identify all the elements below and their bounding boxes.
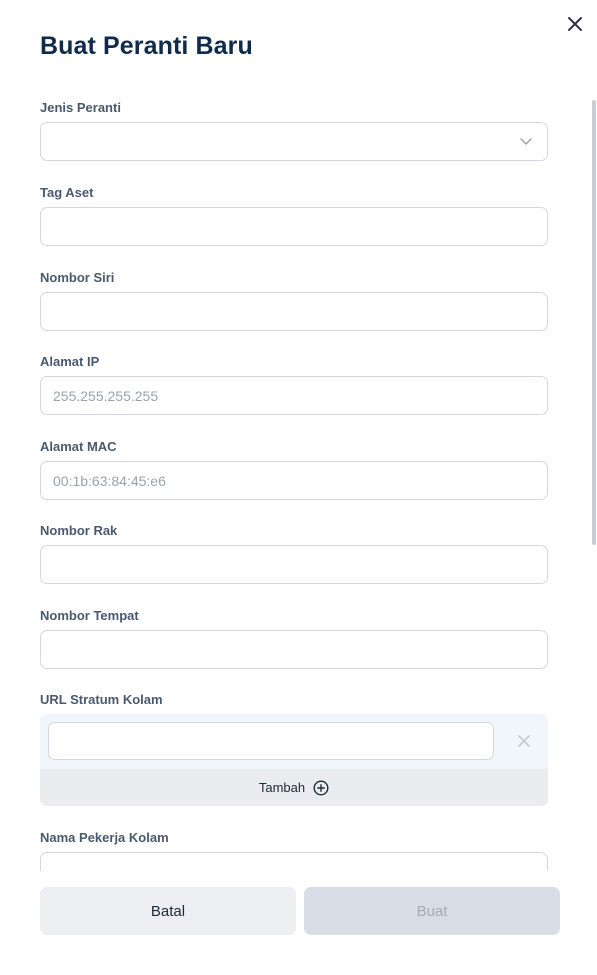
field-device-type: Jenis Peranti <box>40 100 548 161</box>
field-pool-worker-name: Nama Pekerja Kolam <box>40 830 548 871</box>
pool-worker-name-input[interactable] <box>40 852 548 871</box>
field-mac-address: Alamat MAC <box>40 439 548 500</box>
list-item <box>40 714 548 769</box>
asset-tag-label: Tag Aset <box>40 185 94 200</box>
pool-worker-name-label: Nama Pekerja Kolam <box>40 830 169 845</box>
field-pool-stratum-url: URL Stratum Kolam <box>40 692 548 708</box>
pool-stratum-url-list: Tambah <box>40 714 548 806</box>
dialog-title: Buat Peranti Baru <box>40 32 253 60</box>
field-rack-number: Nombor Rak <box>40 523 548 584</box>
serial-number-label: Nombor Siri <box>40 270 115 285</box>
form-scroll-area[interactable]: Jenis Peranti Tag Aset Nombor Siri Alama… <box>0 90 597 871</box>
chevron-down-icon <box>520 138 532 145</box>
pool-stratum-url-input[interactable] <box>48 722 494 760</box>
close-icon[interactable] <box>516 733 532 749</box>
field-ip-address: Alamat IP <box>40 354 548 415</box>
dialog-footer: Batal Buat <box>0 871 597 975</box>
close-button[interactable] <box>563 12 587 36</box>
field-asset-tag: Tag Aset <box>40 185 548 246</box>
ip-address-label: Alamat IP <box>40 354 100 369</box>
rack-number-input[interactable] <box>40 545 548 584</box>
field-slot-number: Nombor Tempat <box>40 608 548 669</box>
pool-stratum-url-label: URL Stratum Kolam <box>40 692 163 707</box>
ip-address-input[interactable] <box>40 376 548 415</box>
add-url-button[interactable]: Tambah <box>40 769 548 806</box>
create-device-dialog: Buat Peranti Baru Jenis Peranti Tag Aset… <box>0 0 597 975</box>
slot-number-input[interactable] <box>40 630 548 669</box>
add-url-label: Tambah <box>258 780 306 795</box>
device-type-select[interactable] <box>40 122 548 161</box>
create-button[interactable]: Buat <box>304 887 560 935</box>
serial-number-input[interactable] <box>40 292 548 331</box>
asset-tag-input[interactable] <box>40 207 548 246</box>
device-type-label: Jenis Peranti <box>40 100 121 115</box>
close-icon[interactable] <box>563 12 587 36</box>
slot-number-label: Nombor Tempat <box>40 608 139 623</box>
rack-number-label: Nombor Rak <box>40 523 118 538</box>
plus-circle-icon <box>313 779 329 796</box>
cancel-button[interactable]: Batal <box>40 887 296 935</box>
field-serial-number: Nombor Siri <box>40 270 548 331</box>
scrollbar[interactable] <box>592 100 596 545</box>
mac-address-label: Alamat MAC <box>40 439 117 454</box>
mac-address-input[interactable] <box>40 461 548 500</box>
